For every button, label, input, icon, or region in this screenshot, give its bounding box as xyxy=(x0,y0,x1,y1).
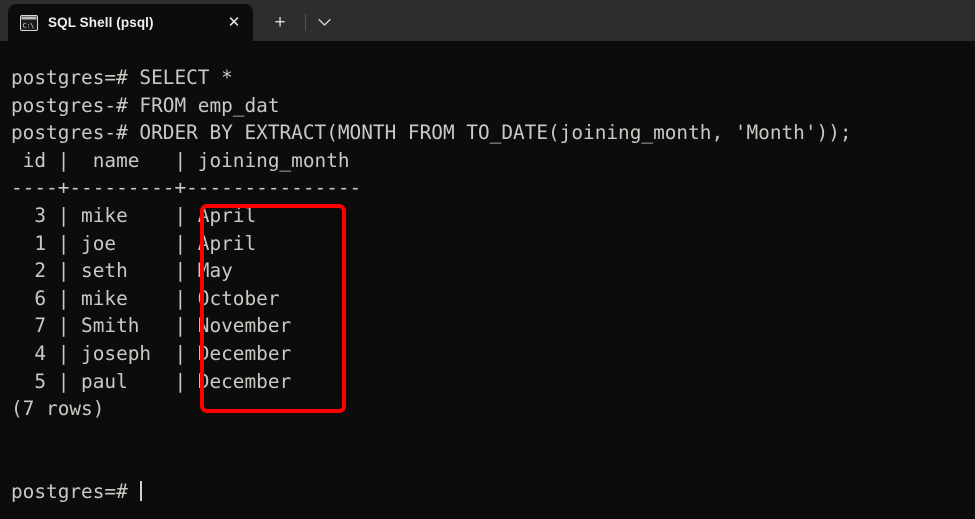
prompt-label: postgres=# xyxy=(11,479,140,503)
table-row: 6 | mike | October xyxy=(11,286,280,310)
table-header-row: id | name | joining_month xyxy=(11,148,350,172)
table-row: 3 | mike | April xyxy=(11,203,257,227)
svg-text:C:\: C:\ xyxy=(23,21,35,29)
tab-title: SQL Shell (psql) xyxy=(48,15,154,30)
new-tab-icon[interactable]: + xyxy=(265,7,295,37)
table-row: 4 | joseph | December xyxy=(11,341,292,365)
terminal-line: postgres=# SELECT * xyxy=(11,66,233,89)
table-row: 2 | seth | May xyxy=(11,259,233,283)
terminal-line: postgres-# ORDER BY EXTRACT(MONTH FROM T… xyxy=(11,121,852,145)
table-row: 7 | Smith | November xyxy=(11,314,292,338)
row-count-label: (7 rows) xyxy=(11,397,105,421)
table-row: 5 | paul | December xyxy=(11,369,292,393)
table-row: 1 | joe | April xyxy=(11,231,257,255)
tab-strip: C:\ SQL Shell (psql) ✕ + xyxy=(0,0,975,41)
terminal-line: postgres-# FROM emp_dat xyxy=(11,93,280,117)
console-icon: C:\ xyxy=(20,14,38,31)
tabstrip-divider xyxy=(305,14,306,31)
terminal-prompt-line[interactable]: postgres=# xyxy=(11,478,975,506)
tab-sql-shell-psql[interactable]: C:\ SQL Shell (psql) ✕ xyxy=(8,4,253,41)
chevron-down-icon[interactable] xyxy=(310,7,338,37)
table-separator-row: ----+---------+--------------- xyxy=(11,176,362,200)
chevron-down-glyph xyxy=(317,18,331,26)
text-cursor xyxy=(140,480,143,501)
close-icon[interactable]: ✕ xyxy=(219,8,249,38)
terminal-output-area[interactable]: postgres=# SELECT * postgres-# FROM emp_… xyxy=(0,41,975,519)
terminal-window: C:\ SQL Shell (psql) ✕ + postgres=# SELE… xyxy=(0,0,975,519)
